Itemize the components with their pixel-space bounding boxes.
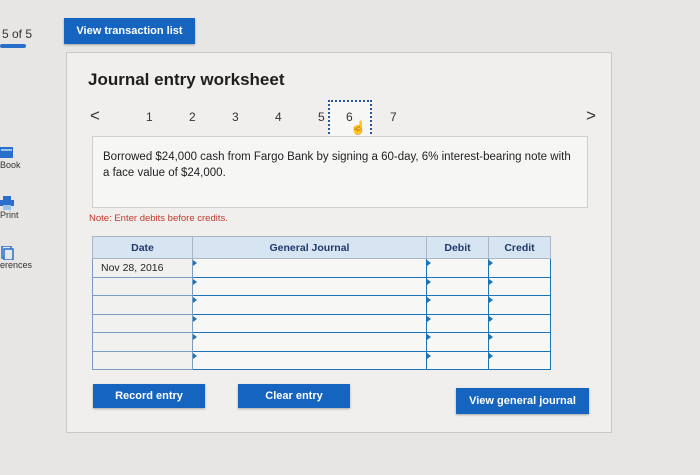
- table-row: Nov 28, 2016: [92, 258, 551, 278]
- worksheet-title: Journal entry worksheet: [88, 70, 285, 89]
- pager-page-5[interactable]: 5: [318, 110, 325, 124]
- debit-input[interactable]: [426, 332, 489, 352]
- pager-page-2[interactable]: 2: [189, 110, 196, 124]
- date-cell[interactable]: [92, 332, 193, 352]
- date-cell[interactable]: Nov 28, 2016: [92, 258, 193, 278]
- next-entry-arrow[interactable]: >: [586, 106, 596, 126]
- date-cell[interactable]: [92, 295, 193, 315]
- page-counter: 5 of 5: [2, 27, 33, 41]
- entry-pager: < 1 2 3 4 5 6 ☝ 7 >: [84, 100, 604, 138]
- table-row: [92, 295, 551, 315]
- table-row: [92, 350, 551, 370]
- debit-input[interactable]: [426, 295, 489, 315]
- account-input[interactable]: [192, 295, 427, 315]
- view-general-journal-button[interactable]: View general journal: [456, 388, 589, 414]
- transaction-description: Borrowed $24,000 cash from Fargo Bank by…: [92, 136, 588, 208]
- debit-input[interactable]: [426, 276, 489, 296]
- credit-input[interactable]: [488, 276, 551, 296]
- header-credit: Credit: [488, 236, 551, 259]
- table-row: [92, 276, 551, 296]
- references-icon: [1, 246, 14, 260]
- rail-item-print[interactable]: Print: [0, 196, 44, 220]
- pager-page-3[interactable]: 3: [232, 110, 239, 124]
- clear-entry-button[interactable]: Clear entry: [238, 384, 350, 408]
- book-icon: [0, 147, 13, 158]
- table-row: [92, 313, 551, 333]
- journal-table: Date General Journal Debit Credit Nov 28…: [92, 236, 551, 370]
- credit-input[interactable]: [488, 332, 551, 352]
- account-input[interactable]: [192, 332, 427, 352]
- date-cell[interactable]: [92, 313, 193, 333]
- record-entry-button[interactable]: Record entry: [93, 384, 205, 408]
- credit-input[interactable]: [488, 295, 551, 315]
- account-input[interactable]: [192, 313, 427, 333]
- credit-input[interactable]: [488, 350, 551, 370]
- view-transaction-list-button[interactable]: View transaction list: [64, 18, 195, 44]
- header-debit: Debit: [426, 236, 489, 259]
- rail-item-print-label: Print: [0, 210, 19, 220]
- debit-input[interactable]: [426, 313, 489, 333]
- account-input[interactable]: [192, 350, 427, 370]
- rail-item-book-label: Book: [0, 160, 21, 170]
- rail-item-book[interactable]: Book: [0, 146, 44, 170]
- debit-input[interactable]: [426, 350, 489, 370]
- debits-note: Note: Enter debits before credits.: [89, 213, 228, 224]
- header-general-journal: General Journal: [192, 236, 427, 259]
- prev-entry-arrow[interactable]: <: [90, 106, 100, 126]
- page-counter-indicator: [0, 44, 26, 48]
- date-cell[interactable]: [92, 276, 193, 296]
- credit-input[interactable]: [488, 313, 551, 333]
- rail-item-references[interactable]: erences: [0, 246, 44, 270]
- rail-item-references-label: erences: [0, 260, 33, 270]
- hand-cursor-icon: ☝: [350, 120, 367, 135]
- pager-page-4[interactable]: 4: [275, 110, 282, 124]
- pager-page-1[interactable]: 1: [146, 110, 153, 124]
- print-icon: [0, 196, 14, 210]
- debit-input[interactable]: [426, 258, 489, 278]
- date-cell[interactable]: [92, 350, 193, 370]
- credit-input[interactable]: [488, 258, 551, 278]
- table-row: [92, 332, 551, 352]
- account-input[interactable]: [192, 258, 427, 278]
- header-date: Date: [92, 236, 193, 259]
- account-input[interactable]: [192, 276, 427, 296]
- pager-page-7[interactable]: 7: [390, 110, 397, 124]
